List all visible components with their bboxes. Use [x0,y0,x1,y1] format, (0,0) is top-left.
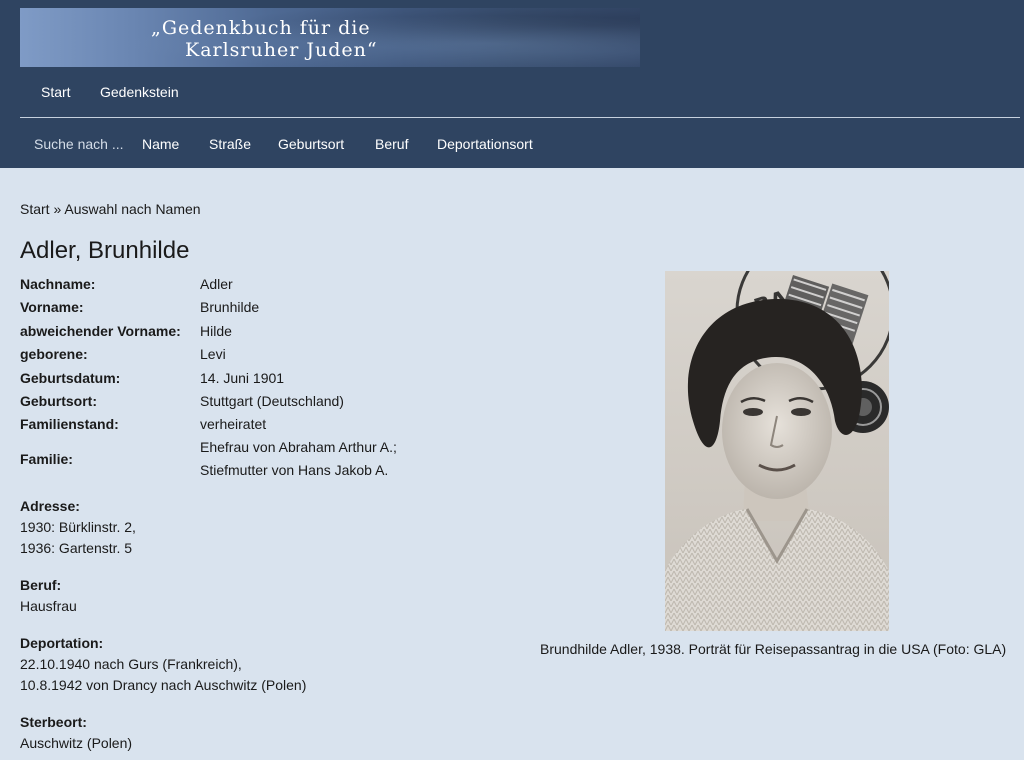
section-heading: Deportation: [20,635,104,651]
page-title: Adler, Brunhilde [20,237,190,264]
section-address: Adresse: 1930: Bürklinstr. 2, 1936: Gart… [20,496,136,559]
portrait-image: BA [665,271,889,631]
section-line: Auschwitz (Polen) [20,735,133,751]
fact-label: Familie: [20,451,73,467]
fact-label: Vorname: [20,299,84,315]
fact-label: Geburtsort: [20,393,97,409]
site-banner[interactable]: „Gedenkbuch für die Karlsruher Juden“ [20,8,640,67]
fact-value: Stuttgart (Deutschland) [200,393,344,409]
site-header: „Gedenkbuch für die Karlsruher Juden“ St… [0,0,1024,168]
breadcrumb: Start » Auswahl nach Namen [20,201,201,217]
fact-value: Brunhilde [200,299,260,315]
nav-start[interactable]: Start [41,84,71,100]
section-line: 1930: Bürklinstr. 2, [20,519,136,535]
search-nav-label: Suche nach ... [34,136,124,152]
section-line: 22.10.1940 nach Gurs (Frankreich), [20,656,242,672]
fact-value: Stiefmutter von Hans Jakob A. [200,462,389,478]
nav-divider [20,117,1020,118]
breadcrumb-separator: » [53,201,62,217]
search-by-profession[interactable]: Beruf [375,136,408,152]
fact-value: Hilde [200,323,232,339]
fact-label: Geburtsdatum: [20,370,121,386]
search-by-street[interactable]: Straße [209,136,251,152]
fact-value: Levi [200,346,226,362]
banner-title-line1: „Gedenkbuch für die [151,17,371,39]
fact-label: abweichender Vorname: [20,323,181,339]
fact-value: 14. Juni 1901 [200,370,285,386]
fact-value: Ehefrau von Abraham Arthur A.; [200,439,397,455]
search-by-birthplace[interactable]: Geburtsort [278,136,344,152]
section-profession: Beruf: Hausfrau [20,575,77,617]
fact-label: Familienstand: [20,416,119,432]
portrait-photo[interactable]: BA [665,271,889,631]
section-deportation: Deportation: 22.10.1940 nach Gurs (Frank… [20,633,306,696]
fact-value: verheiratet [200,416,267,432]
section-heading: Beruf: [20,577,62,593]
breadcrumb-start[interactable]: Start [20,201,50,217]
nav-gedenkstein[interactable]: Gedenkstein [100,84,179,100]
fact-value: Adler [200,276,233,292]
section-line: 1936: Gartenstr. 5 [20,540,133,556]
photo-caption: Brundhilde Adler, 1938. Porträt für Reis… [540,641,1007,657]
section-place-of-death: Sterbeort: Auschwitz (Polen) [20,712,132,754]
fact-label: geborene: [20,346,88,362]
banner-title-line2: Karlsruher Juden“ [185,39,378,61]
section-line: Hausfrau [20,598,77,614]
breadcrumb-current: Auswahl nach Namen [64,201,201,217]
fact-label: Nachname: [20,276,96,292]
section-heading: Adresse: [20,498,80,514]
search-by-name[interactable]: Name [142,136,179,152]
search-by-deportation-place[interactable]: Deportationsort [437,136,533,152]
section-heading: Sterbeort: [20,714,87,730]
section-line: 10.8.1942 von Drancy nach Auschwitz (Pol… [20,677,307,693]
